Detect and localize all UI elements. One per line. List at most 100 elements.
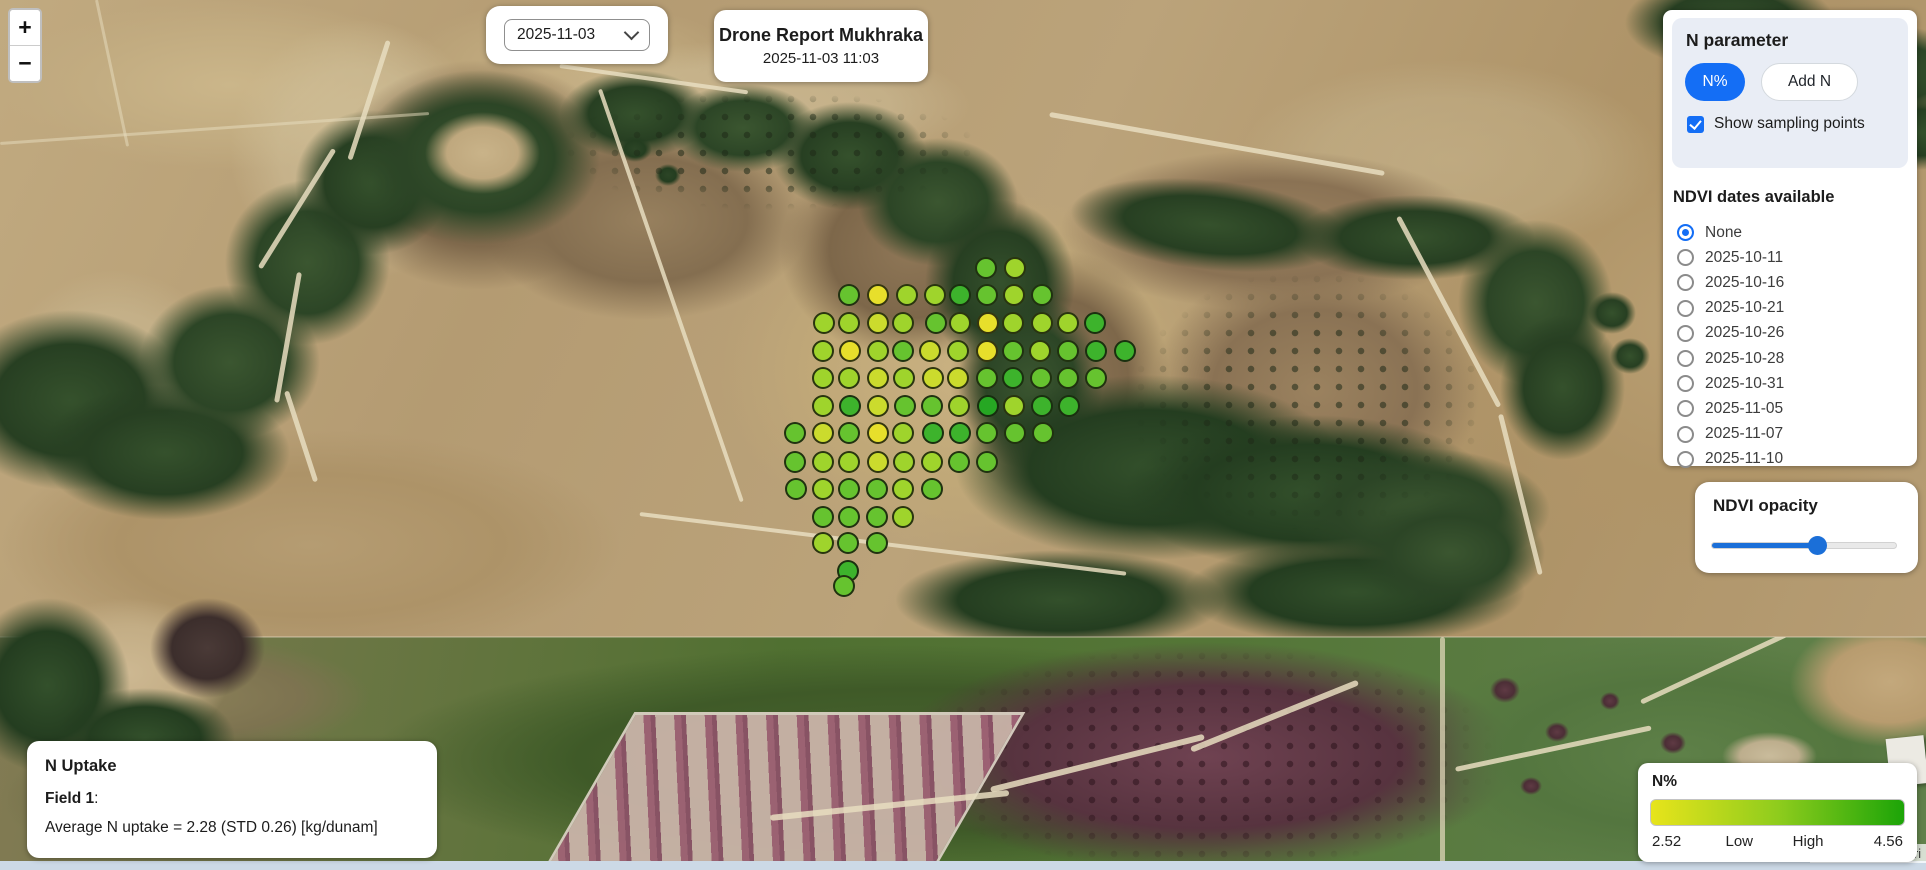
sampling-point[interactable] — [812, 395, 834, 417]
sampling-point[interactable] — [1030, 367, 1052, 389]
ndvi-date-option[interactable]: 2025-11-05 — [1677, 396, 1909, 421]
ndvi-date-option[interactable]: 2025-11-07 — [1677, 422, 1909, 447]
ndvi-date-option[interactable]: 2025-11-10 — [1677, 447, 1909, 472]
sampling-point[interactable] — [947, 367, 969, 389]
sampling-point[interactable] — [838, 367, 860, 389]
sampling-point[interactable] — [812, 367, 834, 389]
sampling-point[interactable] — [812, 451, 834, 473]
sampling-point[interactable] — [893, 367, 915, 389]
zoom-in-button[interactable]: + — [10, 10, 40, 46]
ndvi-opacity-slider[interactable] — [1711, 542, 1897, 549]
sampling-point[interactable] — [1114, 340, 1136, 362]
sampling-point[interactable] — [921, 395, 943, 417]
sampling-point[interactable] — [948, 395, 970, 417]
sampling-point[interactable] — [892, 422, 914, 444]
ndvi-date-option[interactable]: 2025-10-28 — [1677, 346, 1909, 371]
sampling-point[interactable] — [838, 284, 860, 306]
sampling-point[interactable] — [838, 422, 860, 444]
sampling-point[interactable] — [838, 312, 860, 334]
sampling-point[interactable] — [896, 284, 918, 306]
sampling-point[interactable] — [812, 532, 834, 554]
add-n-button[interactable]: Add N — [1761, 63, 1858, 101]
sampling-point[interactable] — [867, 395, 889, 417]
sampling-point[interactable] — [838, 478, 860, 500]
sampling-point[interactable] — [894, 395, 916, 417]
sampling-point[interactable] — [976, 367, 998, 389]
sampling-point[interactable] — [892, 312, 914, 334]
sampling-point[interactable] — [893, 451, 915, 473]
sampling-point[interactable] — [784, 451, 806, 473]
sampling-point[interactable] — [1057, 340, 1079, 362]
sampling-point[interactable] — [813, 312, 835, 334]
sampling-point[interactable] — [866, 506, 888, 528]
sampling-point[interactable] — [976, 422, 998, 444]
sampling-point[interactable] — [867, 312, 889, 334]
sampling-point[interactable] — [784, 422, 806, 444]
sampling-point[interactable] — [976, 284, 998, 306]
sampling-point[interactable] — [976, 340, 998, 362]
sampling-point[interactable] — [924, 284, 946, 306]
ndvi-date-option[interactable]: 2025-10-26 — [1677, 321, 1909, 346]
sampling-point[interactable] — [1084, 312, 1106, 334]
sampling-point[interactable] — [1057, 367, 1079, 389]
sampling-point[interactable] — [812, 506, 834, 528]
sampling-point[interactable] — [1031, 284, 1053, 306]
sampling-point[interactable] — [1004, 422, 1026, 444]
sampling-point[interactable] — [1085, 367, 1107, 389]
sampling-point[interactable] — [866, 478, 888, 500]
sampling-point[interactable] — [1057, 312, 1079, 334]
sampling-point[interactable] — [1002, 312, 1024, 334]
show-sampling-checkbox[interactable] — [1687, 116, 1704, 133]
sampling-point[interactable] — [1085, 340, 1107, 362]
sampling-point[interactable] — [976, 451, 998, 473]
sampling-point[interactable] — [922, 367, 944, 389]
sampling-point[interactable] — [949, 312, 971, 334]
sampling-point[interactable] — [867, 451, 889, 473]
sampling-point[interactable] — [1004, 257, 1026, 279]
sampling-point[interactable] — [866, 532, 888, 554]
show-sampling-row[interactable]: Show sampling points — [1687, 115, 1908, 133]
sampling-point[interactable] — [1031, 395, 1053, 417]
ndvi-opacity-thumb[interactable] — [1808, 536, 1827, 555]
ndvi-date-option[interactable]: 2025-10-11 — [1677, 245, 1909, 270]
sampling-point[interactable] — [1002, 340, 1024, 362]
ndvi-date-option[interactable]: 2025-10-21 — [1677, 296, 1909, 321]
sampling-point[interactable] — [785, 478, 807, 500]
sampling-point[interactable] — [948, 451, 970, 473]
sampling-point[interactable] — [949, 422, 971, 444]
sampling-point[interactable] — [839, 340, 861, 362]
ndvi-date-option[interactable]: None — [1677, 220, 1909, 245]
sampling-point[interactable] — [1003, 284, 1025, 306]
sampling-point[interactable] — [838, 451, 860, 473]
sampling-point[interactable] — [1029, 340, 1051, 362]
sampling-point[interactable] — [833, 575, 855, 597]
sampling-point[interactable] — [977, 395, 999, 417]
sampling-point[interactable] — [1058, 395, 1080, 417]
sampling-point[interactable] — [1032, 422, 1054, 444]
sampling-point[interactable] — [919, 340, 941, 362]
sampling-point[interactable] — [1002, 367, 1024, 389]
n-percent-button[interactable]: N% — [1685, 63, 1745, 101]
sampling-point[interactable] — [892, 478, 914, 500]
sampling-point[interactable] — [975, 257, 997, 279]
ndvi-date-option[interactable]: 2025-10-16 — [1677, 270, 1909, 295]
sampling-point[interactable] — [867, 340, 889, 362]
zoom-out-button[interactable]: − — [10, 46, 40, 81]
sampling-point[interactable] — [867, 367, 889, 389]
sampling-point[interactable] — [1003, 395, 1025, 417]
sampling-point[interactable] — [867, 284, 889, 306]
sampling-point[interactable] — [921, 478, 943, 500]
sampling-point[interactable] — [892, 340, 914, 362]
sampling-point[interactable] — [922, 422, 944, 444]
sampling-point[interactable] — [1031, 312, 1053, 334]
sampling-point[interactable] — [949, 284, 971, 306]
sampling-point[interactable] — [977, 312, 999, 334]
sampling-point[interactable] — [812, 422, 834, 444]
sampling-point[interactable] — [812, 478, 834, 500]
sampling-point[interactable] — [867, 422, 889, 444]
sampling-point[interactable] — [812, 340, 834, 362]
sampling-point[interactable] — [921, 451, 943, 473]
sampling-point[interactable] — [892, 506, 914, 528]
ndvi-date-option[interactable]: 2025-10-31 — [1677, 371, 1909, 396]
sampling-point[interactable] — [837, 532, 859, 554]
